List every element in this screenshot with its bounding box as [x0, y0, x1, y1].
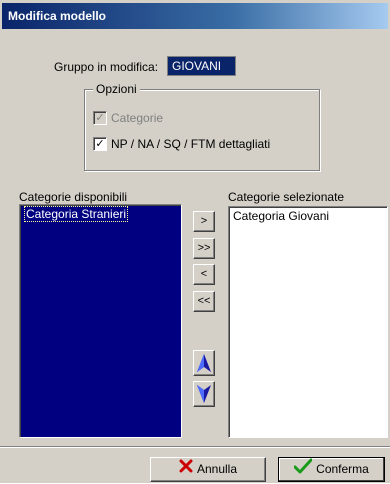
available-label: Categorie disponibili [19, 190, 128, 204]
categorie-checkbox: ✓ [93, 111, 107, 125]
checkmark-icon [293, 458, 313, 482]
group-value: GIOVANI [167, 56, 236, 76]
available-listbox[interactable]: Categoria Stranieri [19, 204, 182, 438]
available-item-label: Categoria Stranieri [24, 206, 129, 222]
add-all-button[interactable]: >> [193, 238, 215, 259]
arrow-down-icon [197, 385, 211, 403]
cancel-button[interactable]: Annulla [150, 457, 266, 482]
arrow-up-icon [197, 354, 211, 372]
dettagliati-checkbox[interactable]: ✓ [93, 137, 107, 151]
dialog-title: Modifica modello [2, 3, 388, 29]
options-title: Opzioni [93, 82, 140, 96]
group-label: Gruppo in modifica: [54, 60, 159, 74]
modify-model-dialog: Modifica modello Gruppo in modifica: GIO… [0, 0, 390, 483]
confirm-button[interactable]: Conferma [278, 457, 385, 482]
dettagliati-label[interactable]: NP / NA / SQ / FTM dettagliati [111, 137, 270, 151]
cancel-label: Annulla [196, 462, 238, 476]
move-up-button[interactable] [193, 350, 215, 376]
selected-listbox[interactable]: Categoria Giovani [228, 206, 388, 438]
remove-button[interactable]: < [193, 264, 215, 285]
list-item[interactable]: Categoria Stranieri [20, 205, 181, 223]
confirm-label: Conferma [316, 462, 369, 477]
selected-label: Categorie selezionate [228, 190, 345, 204]
categorie-label: Categorie [111, 111, 164, 125]
move-down-button[interactable] [193, 381, 215, 407]
remove-all-button[interactable]: << [193, 291, 215, 312]
options-groupbox [84, 89, 320, 171]
add-button[interactable]: > [193, 211, 215, 232]
list-item[interactable]: Categoria Giovani [229, 207, 387, 225]
close-icon [179, 458, 193, 481]
